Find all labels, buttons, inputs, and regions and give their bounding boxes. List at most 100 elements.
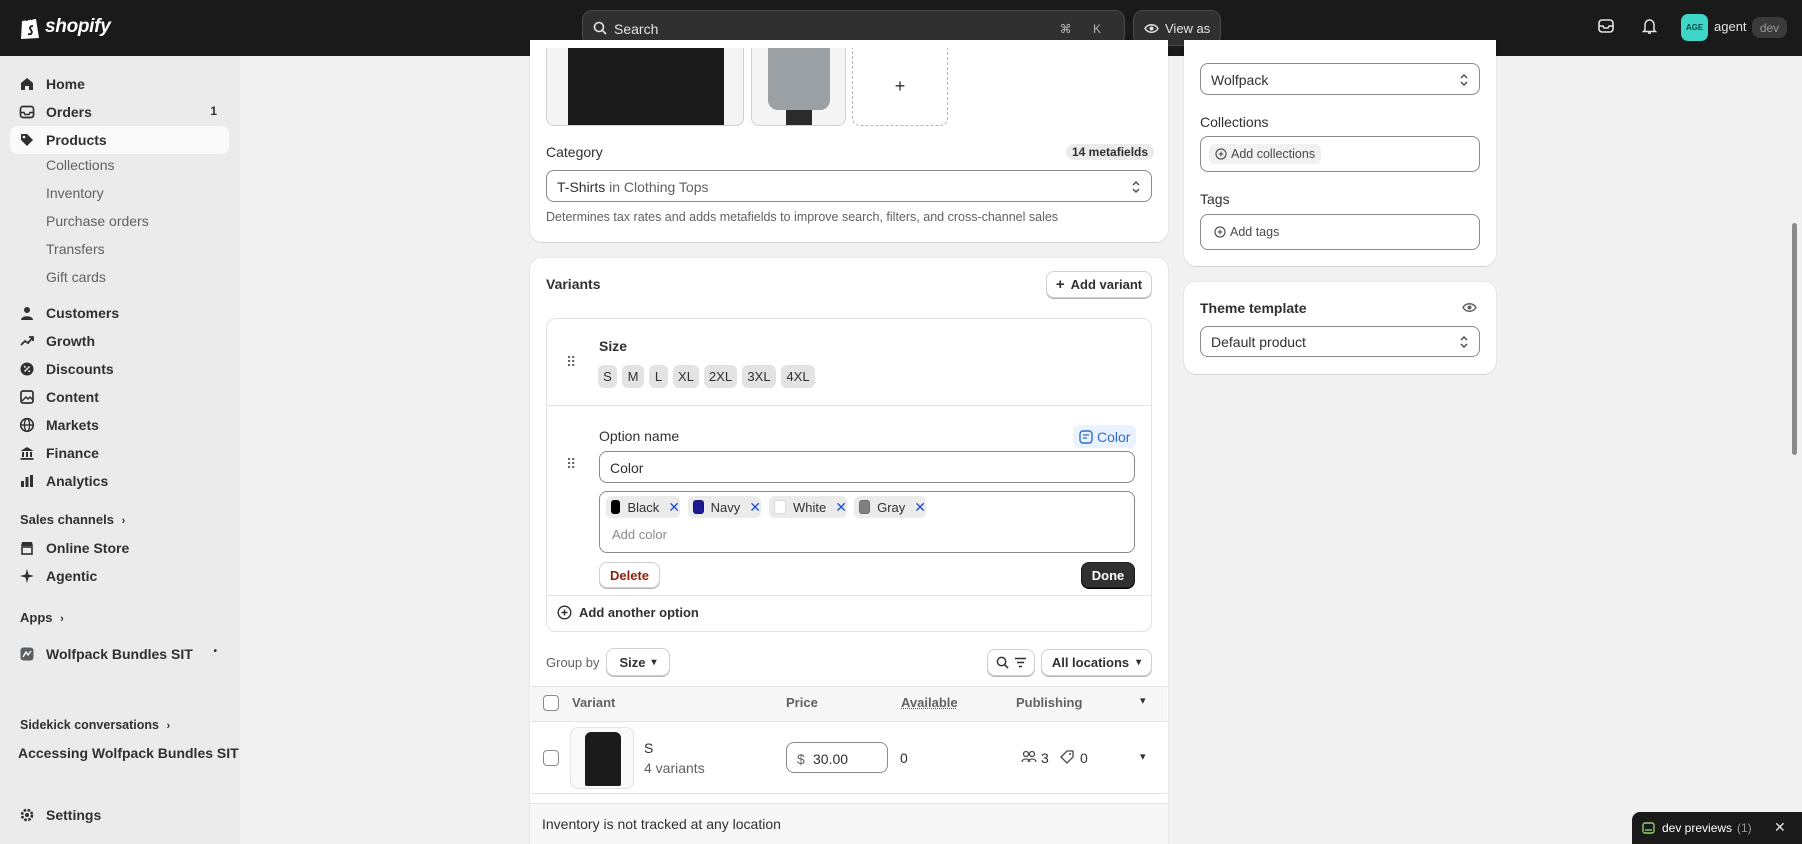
done-button[interactable]: Done xyxy=(1081,562,1135,588)
currency-symbol: $ xyxy=(797,751,805,767)
remove-black-icon[interactable]: ✕ xyxy=(668,499,680,516)
sidebar-item-finance[interactable]: Finance xyxy=(10,439,229,467)
dev-previews-count: (1) xyxy=(1737,821,1752,835)
dev-previews-bar[interactable]: dev previews (1) ✕ xyxy=(1632,812,1802,844)
store-badge: dev xyxy=(1752,17,1787,38)
add-tags-button[interactable]: Add tags xyxy=(1209,222,1284,242)
sidekick-conversation-item[interactable]: Accessing Wolfpack Bundles SIT xyxy=(18,745,239,761)
option-name-input[interactable]: Color xyxy=(599,451,1135,483)
sidebar-item-analytics[interactable]: Analytics xyxy=(10,467,229,495)
add-media-button[interactable]: + xyxy=(852,48,948,126)
sidebar-subitem-collections[interactable]: Collections xyxy=(46,157,114,173)
add-color-placeholder[interactable]: Add color xyxy=(612,527,667,542)
size-value-chip: M xyxy=(622,365,644,388)
add-collections-button[interactable]: Add collections xyxy=(1209,144,1322,164)
sales-channels-heading[interactable]: Sales channels › xyxy=(20,512,125,527)
sidebar-subitem-gift-cards[interactable]: Gift cards xyxy=(46,269,106,285)
apps-heading[interactable]: Apps › xyxy=(20,610,64,625)
remove-white-icon[interactable]: ✕ xyxy=(835,499,847,516)
sidebar-item-agentic[interactable]: Agentic xyxy=(10,562,229,590)
size-value-chip: S xyxy=(598,365,617,388)
category-label: Category xyxy=(546,144,603,160)
category-select[interactable]: T-Shirts in Clothing Tops xyxy=(546,170,1152,202)
orders-icon xyxy=(19,105,35,119)
tags-input[interactable]: Add tags xyxy=(1200,214,1480,250)
person-icon xyxy=(21,307,33,320)
sidebar-item-wolfpack-bundles[interactable]: Wolfpack Bundles SIT • xyxy=(10,640,229,668)
divider xyxy=(547,405,1151,406)
user-name[interactable]: agent xyxy=(1714,19,1747,34)
search-filter-button[interactable] xyxy=(987,649,1035,676)
media-thumbnail-gray-tee[interactable] xyxy=(751,48,846,126)
shopify-logo[interactable]: shopify xyxy=(19,14,111,40)
price-input[interactable]: $ 30.00 xyxy=(786,742,888,773)
sidebar-item-customers[interactable]: Customers xyxy=(10,299,229,327)
chart-icon xyxy=(21,475,33,487)
drag-handle-icon[interactable]: ⠿ xyxy=(566,354,576,371)
eye-icon[interactable] xyxy=(1462,302,1477,313)
group-by-select[interactable]: Size ▾ xyxy=(606,648,670,676)
column-header-price[interactable]: Price xyxy=(786,695,818,710)
chevron-right-icon: › xyxy=(121,515,126,527)
select-all-checkbox[interactable] xyxy=(543,695,559,711)
size-value-chip: XL xyxy=(673,365,699,388)
media-thumbnail-black-tee[interactable] xyxy=(546,48,744,126)
sidebar-item-label: Markets xyxy=(46,417,99,433)
inbox-icon[interactable] xyxy=(1598,18,1614,34)
drag-handle-icon[interactable]: ⠿ xyxy=(566,456,576,473)
sidebar-subitem-purchase-orders[interactable]: Purchase orders xyxy=(46,213,149,229)
pin-dot-icon: • xyxy=(213,646,217,657)
sidebar-item-label: Orders xyxy=(46,104,92,120)
avatar[interactable]: AGE xyxy=(1681,14,1708,41)
category-path: Clothing Tops xyxy=(623,179,709,195)
column-header-variant[interactable]: Variant xyxy=(572,695,615,710)
sidebar-item-growth[interactable]: Growth xyxy=(10,327,229,355)
metafields-badge[interactable]: 14 metafields xyxy=(1066,144,1155,160)
category-main: T-Shirts xyxy=(557,179,606,195)
sidebar-item-orders[interactable]: Orders 1 xyxy=(10,98,229,126)
sidebar-item-discounts[interactable]: Discounts xyxy=(10,355,229,383)
remove-navy-icon[interactable]: ✕ xyxy=(749,499,761,516)
apps-label: Apps xyxy=(20,610,53,625)
sidebar-item-label: Wolfpack Bundles SIT xyxy=(46,646,193,662)
sidebar-item-content[interactable]: Content xyxy=(10,383,229,411)
sidebar-item-settings[interactable]: Settings xyxy=(10,801,229,829)
sidebar-subitem-inventory[interactable]: Inventory xyxy=(46,185,104,201)
inventory-notice-bar: Inventory is not tracked at any location xyxy=(530,803,1168,844)
group-by-label: Group by xyxy=(546,655,600,670)
publishing-count-b: 0 xyxy=(1080,750,1088,766)
color-metafield-label: Color xyxy=(1097,428,1131,445)
people-icon xyxy=(1021,750,1037,763)
sidebar-item-products[interactable]: Products xyxy=(10,126,229,154)
column-header-available[interactable]: Available xyxy=(901,695,958,710)
sidebar-item-online-store[interactable]: Online Store xyxy=(10,534,229,562)
sidebar-subitem-transfers[interactable]: Transfers xyxy=(46,241,105,257)
plus-icon: + xyxy=(894,76,906,96)
page-scrollbar[interactable] xyxy=(1792,223,1797,455)
theme-template-select[interactable]: Default product xyxy=(1200,326,1480,357)
gray-swatch xyxy=(859,500,871,514)
sidebar-item-home[interactable]: Home xyxy=(10,70,229,98)
remove-gray-icon[interactable]: ✕ xyxy=(914,499,926,516)
collections-input[interactable]: Add collections xyxy=(1200,136,1480,172)
chevron-down-icon[interactable]: ▾ xyxy=(1140,694,1146,707)
vendor-value: Wolfpack xyxy=(1211,72,1269,88)
expand-row-chevron-icon[interactable]: ▾ xyxy=(1140,750,1146,763)
bell-icon[interactable] xyxy=(1642,18,1657,35)
locations-select[interactable]: All locations ▾ xyxy=(1041,649,1152,676)
add-another-option-button[interactable]: Add another option xyxy=(557,605,699,620)
store-icon xyxy=(21,542,33,555)
color-metafield-link[interactable]: Color xyxy=(1073,425,1137,448)
sidekick-heading[interactable]: Sidekick conversations › xyxy=(20,718,170,732)
delete-option-button[interactable]: Delete xyxy=(599,562,660,588)
row-checkbox[interactable] xyxy=(543,750,559,766)
close-icon[interactable]: ✕ xyxy=(1774,819,1786,836)
search-placeholder: Search xyxy=(614,21,659,37)
sales-channels-label: Sales channels xyxy=(20,512,114,527)
column-header-publishing[interactable]: Publishing xyxy=(1016,695,1082,710)
sidebar-item-markets[interactable]: Markets xyxy=(10,411,229,439)
shopify-bag-icon xyxy=(21,16,39,39)
add-variant-button[interactable]: + Add variant xyxy=(1046,271,1152,298)
chevron-right-icon: › xyxy=(166,720,171,732)
vendor-select[interactable]: Wolfpack xyxy=(1200,63,1480,95)
